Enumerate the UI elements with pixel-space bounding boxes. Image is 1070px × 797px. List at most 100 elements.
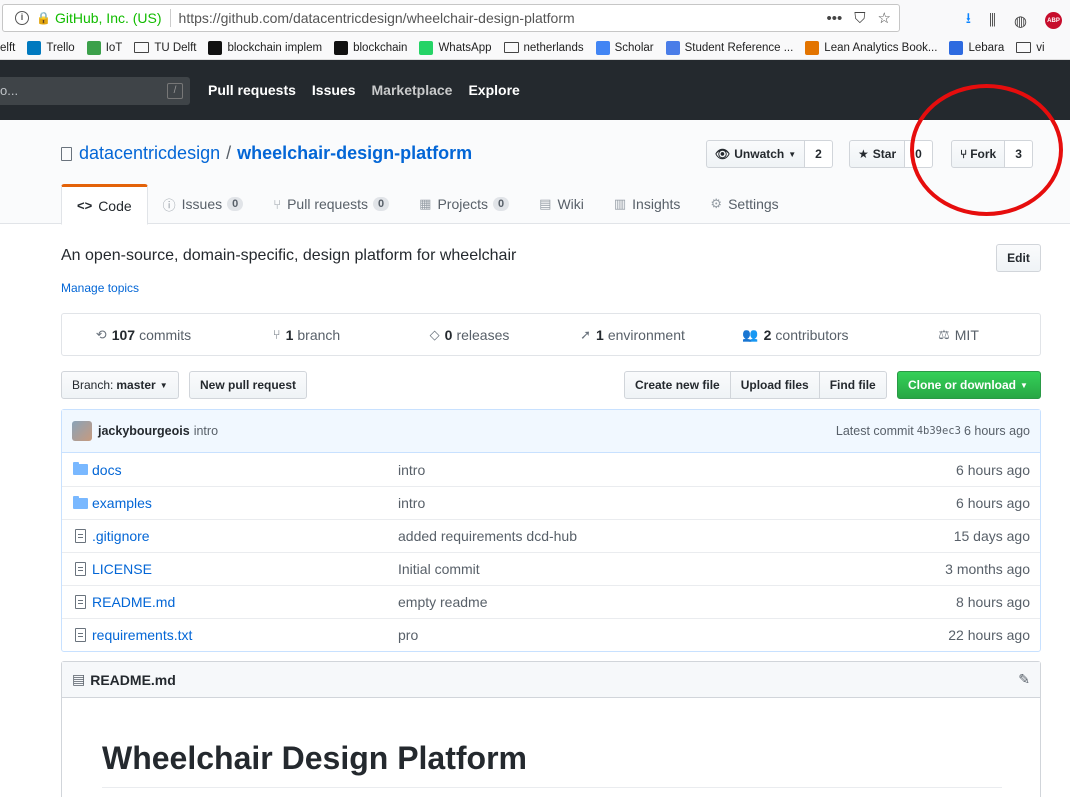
search-input[interactable]: o... / bbox=[0, 77, 190, 105]
file-commit-message[interactable]: intro bbox=[398, 462, 956, 478]
url-text[interactable]: https://github.com/datacentricdesign/whe… bbox=[179, 10, 575, 26]
file-age: 3 months ago bbox=[945, 561, 1030, 577]
bookmark-item[interactable]: netherlands bbox=[503, 42, 584, 54]
upload-files-button[interactable]: Upload files bbox=[730, 371, 820, 399]
lebara-icon bbox=[949, 40, 964, 55]
unwatch-button[interactable]: 👁 Unwatch ▼ bbox=[706, 140, 806, 168]
issues-count-badge: 0 bbox=[227, 197, 244, 211]
nav-issues[interactable]: Issues bbox=[312, 82, 356, 98]
file-name-link[interactable]: examples bbox=[92, 495, 398, 511]
bookmark-item[interactable]: Trello bbox=[27, 40, 75, 55]
commit-author-link[interactable]: jackybourgeois bbox=[98, 424, 190, 438]
star-button[interactable]: ★ Star bbox=[849, 140, 906, 168]
folder-icon bbox=[1016, 42, 1032, 53]
file-icon bbox=[74, 562, 86, 576]
bookmark-item[interactable]: WhatsApp bbox=[419, 40, 492, 55]
annotation-circle bbox=[910, 84, 1063, 216]
file-navigation: Branch: master ▼ New pull request Create… bbox=[61, 371, 1041, 399]
releases-label: releases bbox=[456, 326, 510, 343]
file-name-link[interactable]: LICENSE bbox=[92, 561, 398, 577]
branches-link[interactable]: ⑂ 1 branch bbox=[225, 327, 388, 343]
ig-icon bbox=[334, 40, 349, 55]
lock-icon: 🔒 bbox=[36, 11, 51, 25]
tab-insights[interactable]: ▥ Insights bbox=[599, 184, 696, 224]
bookmark-item[interactable]: TU Delft bbox=[134, 42, 196, 54]
nav-explore[interactable]: Explore bbox=[468, 82, 519, 98]
avatar[interactable] bbox=[72, 421, 92, 441]
url-bar[interactable]: i 🔒 GitHub, Inc. (US) https://github.com… bbox=[2, 4, 900, 32]
bookmark-label: TU Delft bbox=[154, 41, 197, 54]
bookmark-item[interactable]: elft bbox=[0, 42, 15, 54]
bookmark-item[interactable]: Lean Analytics Book... bbox=[805, 40, 937, 55]
page-actions-icon[interactable]: ••• bbox=[827, 10, 843, 27]
download-icon[interactable]: ⭳ bbox=[966, 8, 971, 33]
branch-select-button[interactable]: Branch: master ▼ bbox=[61, 371, 179, 399]
find-file-button[interactable]: Find file bbox=[819, 371, 887, 399]
file-commit-message[interactable]: pro bbox=[398, 627, 948, 643]
table-row: README.md empty readme 8 hours ago bbox=[62, 585, 1040, 618]
project-icon: ▦ bbox=[419, 196, 432, 211]
pencil-icon[interactable]: ✎ bbox=[1018, 671, 1030, 688]
bookmark-item[interactable]: vi bbox=[1016, 42, 1045, 54]
file-commit-message[interactable]: intro bbox=[398, 495, 956, 511]
bookmark-item[interactable]: blockchain implem bbox=[208, 40, 322, 55]
new-pull-request-button[interactable]: New pull request bbox=[189, 371, 308, 399]
pocket-icon[interactable]: ⛉ bbox=[854, 10, 865, 27]
edit-description-button[interactable]: Edit bbox=[996, 244, 1041, 272]
adblock-icon[interactable]: ABP bbox=[1045, 12, 1062, 29]
commit-message-link[interactable]: intro bbox=[194, 424, 218, 438]
clone-or-download-button[interactable]: Clone or download ▼ bbox=[897, 371, 1041, 399]
iot-icon bbox=[86, 40, 101, 55]
contributors-link[interactable]: 👥 2 contributors bbox=[714, 327, 877, 343]
file-age: 22 hours ago bbox=[948, 627, 1030, 643]
gear-icon: ⚙ bbox=[710, 196, 723, 211]
repo-icon bbox=[61, 146, 72, 161]
branch-prefix: Branch: bbox=[72, 378, 114, 392]
tab-settings[interactable]: ⚙ Settings bbox=[695, 184, 793, 224]
commit-sha-link[interactable]: 4b39ec3 bbox=[917, 425, 961, 437]
bookmark-item[interactable]: Student Reference ... bbox=[665, 40, 793, 55]
vpn-icon[interactable]: ◍ bbox=[1014, 12, 1027, 30]
search-shortcut-hint: / bbox=[167, 83, 183, 99]
releases-link[interactable]: ◇ 0 releases bbox=[388, 327, 551, 343]
tab-projects[interactable]: ▦ Projects 0 bbox=[404, 184, 524, 224]
bookmark-item[interactable]: Scholar bbox=[595, 40, 654, 55]
caret-down-icon: ▼ bbox=[788, 149, 797, 159]
github-icon bbox=[208, 40, 223, 55]
nav-pull-requests[interactable]: Pull requests bbox=[208, 82, 296, 98]
repo-name-link[interactable]: wheelchair-design-platform bbox=[237, 143, 472, 164]
file-name-link[interactable]: .gitignore bbox=[92, 528, 398, 544]
file-commit-message[interactable]: Initial commit bbox=[398, 561, 945, 577]
license-link[interactable]: ⚖ MIT bbox=[877, 327, 1040, 343]
bookmark-label: IoT bbox=[105, 41, 123, 54]
info-icon[interactable]: i bbox=[15, 11, 29, 25]
numbers-summary: ⟲ 107 commits ⑂ 1 branch ◇ 0 releases ➚ … bbox=[61, 313, 1041, 356]
manage-topics-link[interactable]: Manage topics bbox=[61, 281, 139, 295]
file-actions-group: Create new file Upload files Find file bbox=[624, 371, 887, 399]
create-new-file-button[interactable]: Create new file bbox=[624, 371, 731, 399]
file-commit-message[interactable]: added requirements dcd-hub bbox=[398, 528, 954, 544]
tab-wiki[interactable]: ▤ Wiki bbox=[524, 184, 599, 224]
tab-code[interactable]: <> Code bbox=[61, 184, 148, 225]
tab-pull-requests[interactable]: ⑂ Pull requests 0 bbox=[258, 184, 404, 224]
bookmark-item[interactable]: Lebara bbox=[949, 40, 1004, 55]
bookmark-item[interactable]: blockchain bbox=[334, 40, 407, 55]
file-commit-message[interactable]: empty readme bbox=[398, 594, 956, 610]
file-name-link[interactable]: requirements.txt bbox=[92, 627, 398, 643]
bookmark-item[interactable]: IoT bbox=[86, 40, 123, 55]
nav-marketplace[interactable]: Marketplace bbox=[372, 82, 453, 98]
eye-icon: 👁 bbox=[715, 147, 731, 161]
repo-header: datacentricdesign / wheelchair-design-pl… bbox=[0, 120, 1070, 225]
environments-link[interactable]: ➚ 1 environment bbox=[551, 327, 714, 343]
file-name-link[interactable]: docs bbox=[92, 462, 398, 478]
commits-link[interactable]: ⟲ 107 commits bbox=[62, 327, 225, 343]
readme-header: ▤ README.md ✎ bbox=[62, 662, 1040, 698]
file-name-link[interactable]: README.md bbox=[92, 594, 398, 610]
library-icon[interactable]: ⫼ bbox=[989, 12, 996, 29]
repo-owner-link[interactable]: datacentricdesign bbox=[79, 143, 220, 164]
tab-issues[interactable]: ⓘ Issues 0 bbox=[148, 184, 259, 224]
scholar-icon bbox=[595, 40, 610, 55]
bookmark-star-icon[interactable]: ☆ bbox=[878, 9, 891, 27]
tab-label: Projects bbox=[437, 196, 489, 212]
watchers-count[interactable]: 2 bbox=[805, 140, 833, 168]
